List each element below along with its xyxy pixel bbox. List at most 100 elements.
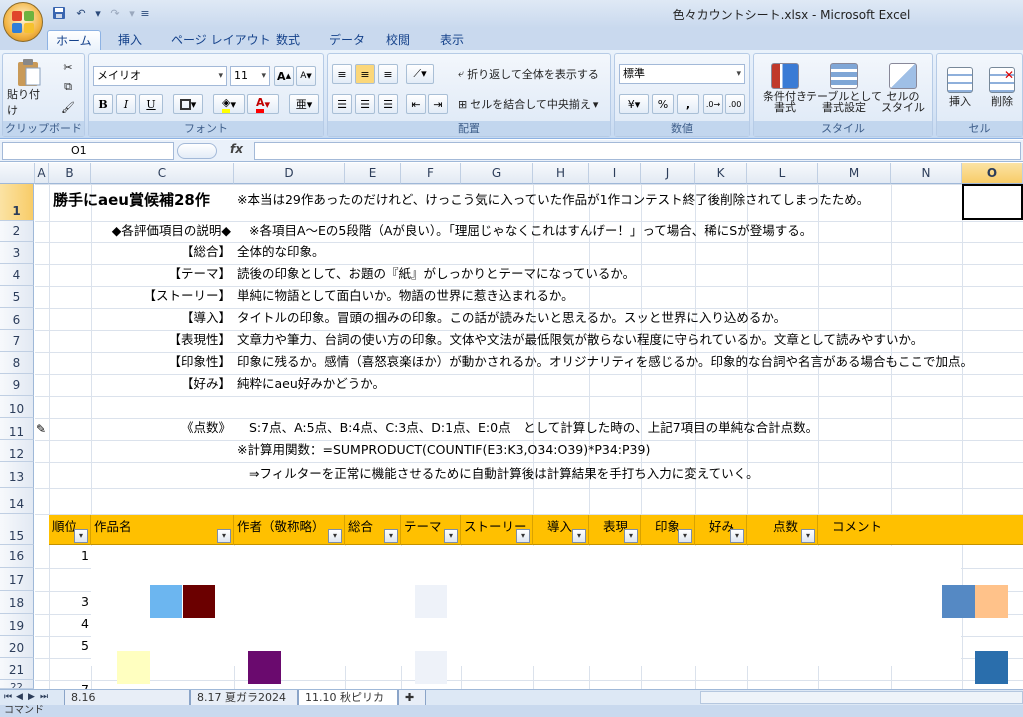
copy-icon[interactable]: ⧉ [57,78,79,96]
row-header[interactable]: 17 [0,568,34,591]
align-top-icon[interactable]: ≡ [332,64,352,84]
tab-data[interactable]: データ [321,30,373,50]
col-header-k[interactable]: K [695,163,747,184]
insert-cells-button[interactable]: 挿入 [940,57,980,119]
filter-dropdown-icon[interactable]: ▾ [801,529,815,543]
filter-note[interactable]: ⇒フィルターを正常に機能させるために自動計算後は計算結果を手打ち入力に変えていく… [249,464,759,484]
header-author[interactable]: 作者（敬称略） ▾ [234,515,345,545]
filter-dropdown-icon[interactable]: ▾ [624,529,638,543]
shrink-font-button[interactable]: A ▼ [296,66,316,86]
points-desc[interactable]: S:7点、A:5点、B:4点、C:3点、D:1点、E:0点 として計算した時の、… [249,418,818,438]
font-name-select[interactable]: メイリオ [93,66,227,86]
sheet-tab[interactable]: 8.16 [64,690,190,706]
row-header[interactable]: 8 [0,352,34,374]
col-header-o[interactable]: O [962,163,1023,184]
item-label[interactable]: 【印象性】 [49,352,231,372]
active-cell-o1[interactable] [962,184,1023,220]
align-right-icon[interactable]: ☰ [378,94,398,114]
border-button[interactable]: ▾ [173,94,203,114]
item-label[interactable]: 【表現性】 [49,330,231,350]
header-impression[interactable]: 印象 ▾ [641,515,695,545]
rank-cell[interactable]: 1 [49,546,89,566]
currency-icon[interactable]: ¥▾ [619,94,649,114]
conditional-format-button[interactable]: 条件付き 書式 [757,57,813,119]
row-header[interactable]: 13 [0,462,34,488]
row-header[interactable]: 11 [0,418,34,440]
align-center-icon[interactable]: ☰ [355,94,375,114]
col-header-e[interactable]: E [345,163,401,184]
orientation-icon[interactable]: ⟋▾ [406,64,434,84]
cell-styles-button[interactable]: セルの スタイル [876,57,930,119]
item-desc[interactable]: タイトルの印象。冒頭の掴みの印象。この話が読みたいと思えるか。スッと世界に入り込… [237,308,786,328]
item-desc[interactable]: 文章力や筆力、台詞の使い方の印象。文体や文法が最低限気が散らない程度に守られてい… [237,330,923,350]
row-header[interactable]: 3 [0,242,34,264]
filter-dropdown-icon[interactable]: ▾ [730,529,744,543]
col-header-c[interactable]: C [91,163,234,184]
rank-cell[interactable]: 5 [49,636,89,656]
sheet-tab[interactable]: 8.17 夏ガラ2024 [190,690,298,706]
row-header[interactable]: 5 [0,286,34,308]
tab-insert[interactable]: 挿入 [110,30,150,50]
sheet-title[interactable]: 勝手にaeu賞候補28作 [53,190,210,210]
row-header[interactable]: 16 [0,545,34,568]
item-desc[interactable]: 純粋にaeu好みかどうか。 [237,374,385,394]
header-rank[interactable]: 順位 ▾ [49,515,91,545]
first-sheet-icon[interactable]: ⏮ [4,692,12,702]
filter-dropdown-icon[interactable]: ▾ [328,529,342,543]
increase-indent-icon[interactable]: ⇥ [428,94,448,114]
insert-sheet-icon[interactable]: ✚ [398,690,426,706]
formula-note[interactable]: ※計算用関数：=SUMPRODUCT(COUNTIF(E3:K3,O34:O39… [237,440,650,460]
col-header-h[interactable]: H [533,163,589,184]
rank-cell[interactable]: 3 [49,592,89,612]
fill-color-button[interactable]: ◈ ▾ [213,94,245,114]
tab-view[interactable]: 表示 [432,30,472,50]
worksheet-grid[interactable]: 勝手にaeu賞候補28作 ※本当は29作あったのだけれど、けっこう気に入っていた… [35,184,1023,689]
item-label[interactable]: 【総合】 [49,242,231,262]
grow-font-button[interactable]: A ▲ [274,66,294,86]
format-painter-icon[interactable]: 🖌 [57,98,79,116]
row-header[interactable]: 20 [0,636,34,658]
decrease-decimal-icon[interactable]: .00 [725,94,745,114]
rank-cell[interactable]: 7 [49,680,89,689]
filter-dropdown-icon[interactable]: ▾ [678,529,692,543]
font-color-button[interactable]: A ▾ [247,94,279,114]
paste-button[interactable]: 貼り付け [7,58,49,118]
italic-button[interactable]: I [116,94,136,114]
row-header[interactable]: 12 [0,440,34,462]
sheet-tab-active[interactable]: 11.10 秋ピリカ [298,690,398,706]
row-header[interactable]: 1 [0,184,34,221]
header-preference[interactable]: 好み ▾ [695,515,747,545]
phonetic-button[interactable]: 亜 ▾ [289,94,319,114]
number-format-select[interactable]: 標準 [619,64,745,84]
decrease-indent-icon[interactable]: ⇤ [406,94,426,114]
align-bottom-icon[interactable]: ≡ [378,64,398,84]
row-header[interactable]: 7 [0,330,34,352]
eval-label[interactable]: ◆各評価項目の説明◆ [49,221,231,241]
col-header-b[interactable]: B [49,163,91,184]
tab-review[interactable]: 校閲 [378,30,418,50]
header-title[interactable]: 作品名 ▾ [91,515,234,545]
filter-dropdown-icon[interactable]: ▾ [516,529,530,543]
formula-input[interactable] [254,142,1021,160]
filter-dropdown-icon[interactable]: ▾ [217,529,231,543]
sheet-note[interactable]: ※本当は29作あったのだけれど、けっこう気に入っていた作品が1作コンテスト終了後… [237,190,869,210]
align-left-icon[interactable]: ☰ [332,94,352,114]
col-header-i[interactable]: I [589,163,641,184]
filter-dropdown-icon[interactable]: ▾ [572,529,586,543]
comma-button[interactable]: , [677,94,699,114]
filter-dropdown-icon[interactable]: ▾ [74,529,88,543]
header-story[interactable]: ストーリー ▾ [461,515,533,545]
item-desc[interactable]: 印象に残るか。感情（喜怒哀楽ほか）が動かされるか。オリジナリティを感じるか。印象… [237,352,973,372]
row-header[interactable]: 6 [0,308,34,330]
font-size-select[interactable]: 11 [230,66,270,86]
wrap-text-button[interactable]: ⤶ 折り返して全体を表示する [458,64,608,84]
col-header-n[interactable]: N [891,163,962,184]
tab-formulas[interactable]: 数式 [268,30,308,50]
col-header-m[interactable]: M [818,163,891,184]
prev-sheet-icon[interactable]: ◀ [16,692,23,702]
item-desc[interactable]: 単純に物語として面白いか。物語の世界に惹き込まれるか。 [237,286,574,306]
bold-button[interactable]: B [93,94,113,114]
item-desc[interactable]: 全体的な印象。 [237,242,325,262]
row-header[interactable]: 22 [0,680,34,689]
row-header[interactable]: 9 [0,374,34,396]
